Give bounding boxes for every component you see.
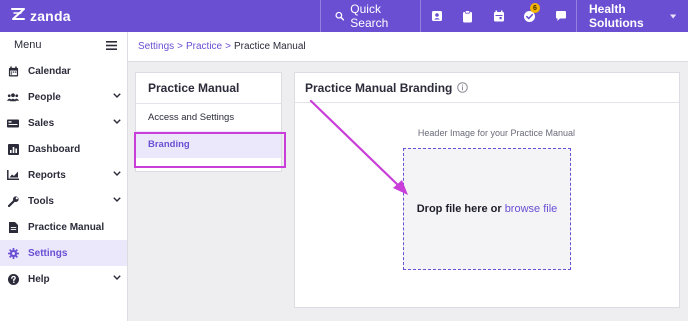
chevron-down-icon: [113, 275, 121, 280]
top-bar: zanda Quick Search 6 Health Solutions: [0, 0, 688, 32]
hamburger-icon[interactable]: [106, 40, 117, 50]
sidebar-item-sales[interactable]: Sales: [0, 110, 127, 136]
sidebar-item-tools[interactable]: Tools: [0, 188, 127, 214]
clipboard-button[interactable]: [452, 0, 483, 32]
sidebar-item-label: Calendar: [28, 65, 71, 77]
chat-icon: [555, 11, 566, 21]
search-icon: [335, 11, 345, 21]
sidebar-item-label: Reports: [28, 169, 66, 181]
sidebar-item-label: Dashboard: [28, 143, 81, 155]
dashboard-icon: [7, 143, 19, 155]
sidebar-item-label: Practice Manual: [28, 221, 105, 233]
drop-instruction: Drop file here or: [416, 203, 502, 215]
browse-file-link[interactable]: browse file: [505, 203, 558, 215]
sidebar-item-reports[interactable]: Reports: [0, 162, 127, 188]
reports-icon: [7, 169, 19, 181]
sidebar-item-label: Settings: [28, 247, 68, 259]
breadcrumb-practice-link[interactable]: Practice: [186, 41, 222, 52]
caret-down-icon: [669, 14, 676, 18]
chevron-down-icon: [113, 119, 121, 124]
branding-panel: Practice Manual Branding Header Image fo…: [294, 72, 680, 308]
zanda-logo-icon: [10, 7, 26, 26]
sales-icon: [7, 117, 19, 129]
sidebar-item-settings[interactable]: Settings: [0, 240, 127, 266]
sidebar: Menu Calendar People Sales Dashboard Rep…: [0, 32, 128, 321]
sidebar-item-help[interactable]: Help: [0, 266, 127, 292]
file-dropzone[interactable]: Drop file here or browse file: [403, 148, 571, 270]
sidebar-item-people[interactable]: People: [0, 84, 127, 110]
calendar-icon: [493, 10, 504, 22]
chat-button[interactable]: [545, 0, 576, 32]
breadcrumb-settings-link[interactable]: Settings: [138, 41, 174, 52]
breadcrumb-separator: >: [225, 41, 231, 52]
brand-logo[interactable]: zanda: [0, 0, 320, 32]
chevron-down-icon: [113, 93, 121, 98]
branding-highlight-annotation: [134, 132, 286, 168]
wrench-icon: [7, 195, 19, 207]
subnav-item-access-settings[interactable]: Access and Settings: [136, 104, 281, 131]
header-image-label: Header Image for your Practice Manual: [417, 128, 575, 138]
calendar-icon: [7, 65, 19, 77]
quick-search-button[interactable]: Quick Search: [321, 0, 420, 32]
clipboard-icon: [463, 9, 472, 22]
document-icon: [7, 221, 19, 233]
brand-name: zanda: [30, 8, 71, 24]
quick-search-label: Quick Search: [350, 2, 389, 30]
panel-title: Practice Manual Branding: [295, 73, 679, 103]
gear-icon: [7, 247, 19, 259]
sidebar-item-label: People: [28, 91, 61, 103]
tasks-button[interactable]: 6: [514, 0, 545, 32]
breadcrumb: Settings > Practice > Practice Manual: [128, 32, 688, 62]
chevron-down-icon: [113, 197, 121, 202]
menu-header: Menu: [0, 32, 127, 58]
info-icon[interactable]: [457, 82, 469, 93]
contact-card-icon: [431, 11, 442, 21]
breadcrumb-current: Practice Manual: [233, 41, 306, 52]
help-icon: [7, 273, 19, 285]
sidebar-item-practice-manual[interactable]: Practice Manual: [0, 214, 127, 240]
chevron-down-icon: [113, 171, 121, 176]
subnav-title: Practice Manual: [136, 73, 281, 104]
sidebar-item-label: Sales: [28, 117, 55, 129]
contacts-button[interactable]: [421, 0, 452, 32]
people-icon: [7, 91, 19, 103]
sidebar-item-label: Help: [28, 273, 50, 285]
breadcrumb-separator: >: [177, 41, 183, 52]
menu-label: Menu: [14, 39, 42, 51]
sidebar-item-calendar[interactable]: Calendar: [0, 58, 127, 84]
organisation-switcher[interactable]: Health Solutions: [577, 0, 688, 32]
calendar-button[interactable]: [483, 0, 514, 32]
task-count-badge: 6: [530, 3, 540, 13]
sidebar-item-label: Tools: [28, 195, 54, 207]
panel-title-text: Practice Manual Branding: [305, 80, 453, 95]
sidebar-item-dashboard[interactable]: Dashboard: [0, 136, 127, 162]
organisation-name: Health Solutions: [589, 2, 644, 30]
